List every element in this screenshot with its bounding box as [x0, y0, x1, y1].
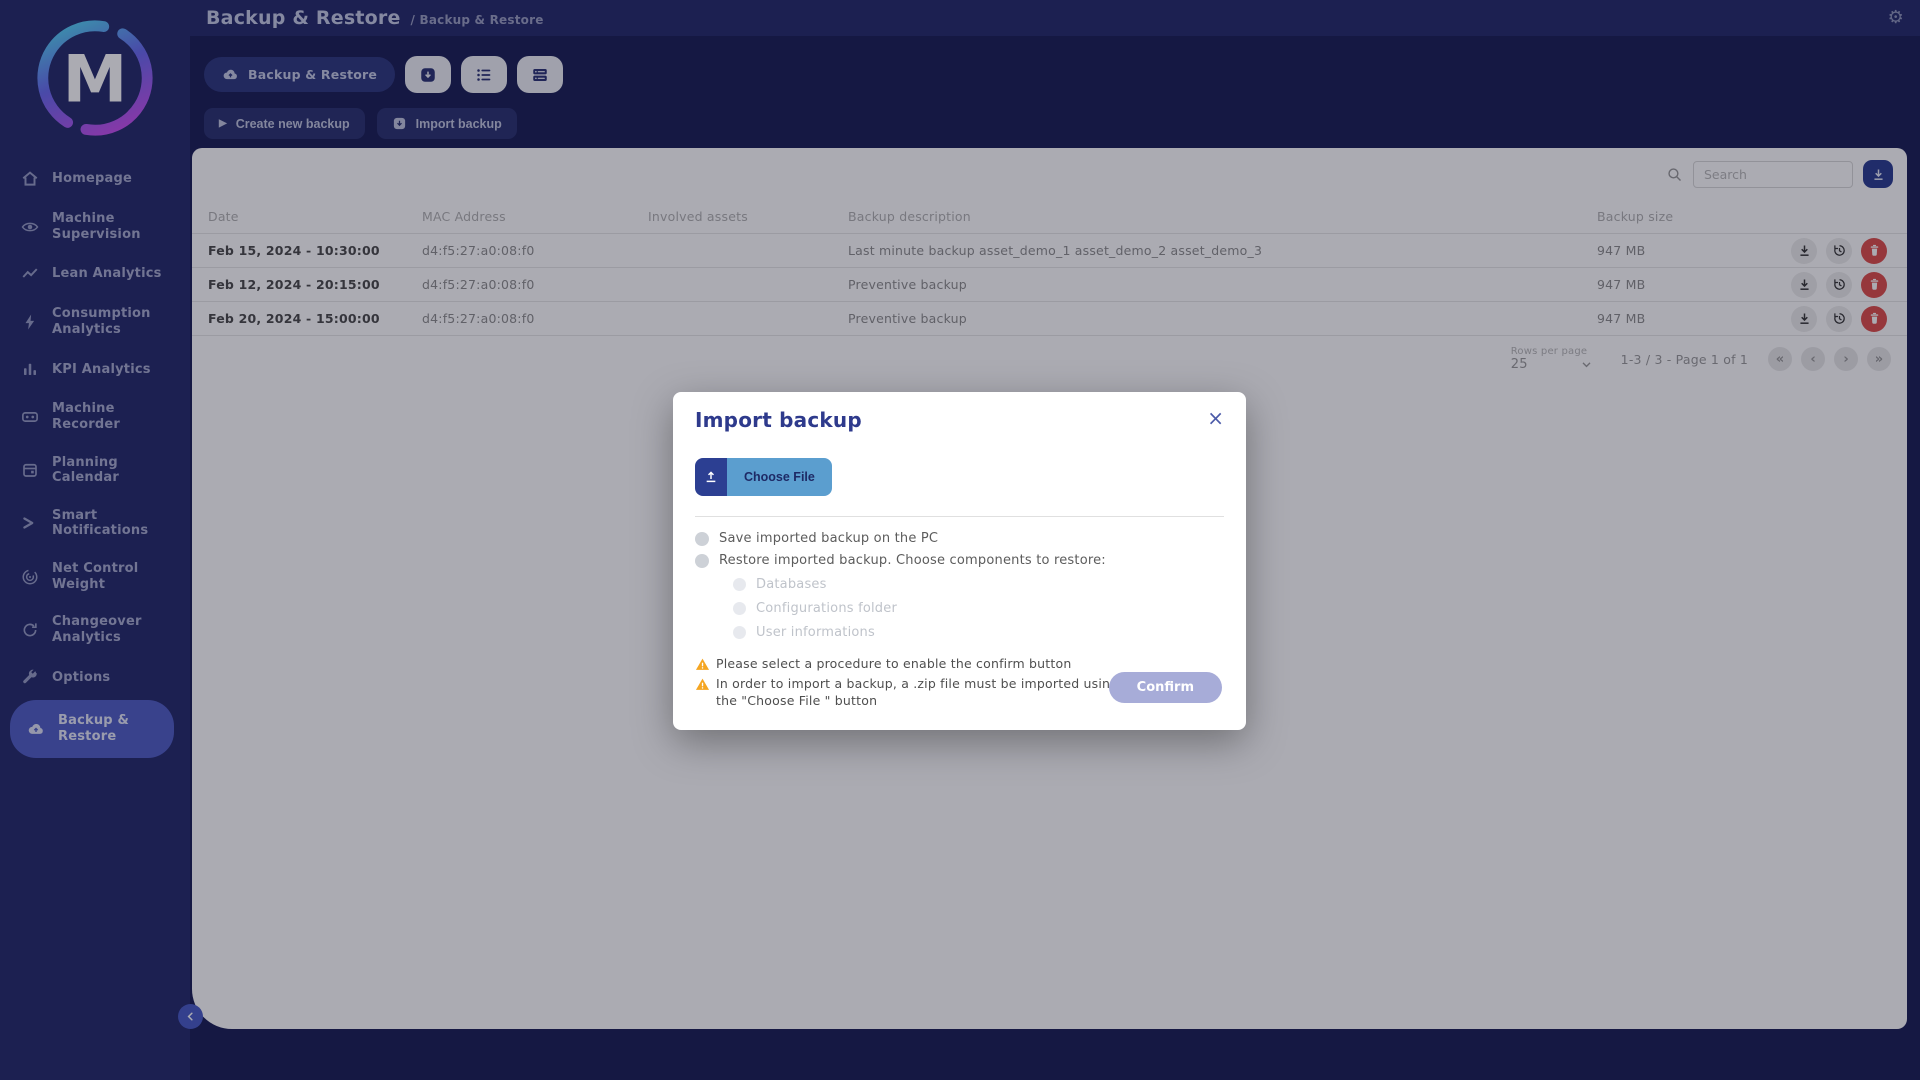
warning-text: In order to import a backup, a .zip file… — [716, 675, 1119, 708]
option-label: Save imported backup on the PC — [719, 531, 939, 546]
close-icon[interactable]: × — [1207, 408, 1224, 428]
option-label: Restore imported backup. Choose componen… — [719, 553, 1106, 568]
radio-icon — [733, 602, 746, 615]
restore-components: Databases Configurations folder User inf… — [733, 577, 1224, 640]
option-label: Configurations folder — [756, 601, 898, 616]
radio-icon — [695, 553, 709, 568]
radio-icon — [733, 578, 746, 591]
warning-icon — [695, 658, 710, 670]
confirm-button[interactable]: Confirm — [1108, 672, 1222, 703]
radio-icon — [733, 626, 746, 639]
choose-file-button[interactable]: Choose File — [695, 458, 832, 496]
divider — [695, 516, 1224, 517]
import-options: Save imported backup on the PC Restore i… — [695, 531, 1224, 640]
warning-icon — [695, 678, 710, 690]
import-backup-modal: Import backup × Choose File Save importe… — [673, 392, 1246, 730]
upload-icon — [695, 458, 727, 496]
option-save-backup[interactable]: Save imported backup on the PC — [695, 531, 1224, 546]
modal-warnings: Please select a procedure to enable the … — [695, 656, 1127, 710]
option-user-informations[interactable]: User informations — [733, 625, 1224, 640]
warning-text: Please select a procedure to enable the … — [716, 656, 1072, 671]
warning-select-procedure: Please select a procedure to enable the … — [695, 656, 1127, 673]
option-restore-backup[interactable]: Restore imported backup. Choose componen… — [695, 553, 1224, 568]
modal-title: Import backup — [695, 408, 862, 432]
option-label: User informations — [756, 625, 875, 640]
option-databases[interactable]: Databases — [733, 577, 1224, 592]
choose-file-label: Choose File — [727, 458, 832, 496]
option-label: Databases — [756, 577, 827, 592]
radio-icon — [695, 531, 709, 546]
warning-zip-file: In order to import a backup, a .zip file… — [695, 676, 1127, 710]
option-configurations-folder[interactable]: Configurations folder — [733, 601, 1224, 616]
